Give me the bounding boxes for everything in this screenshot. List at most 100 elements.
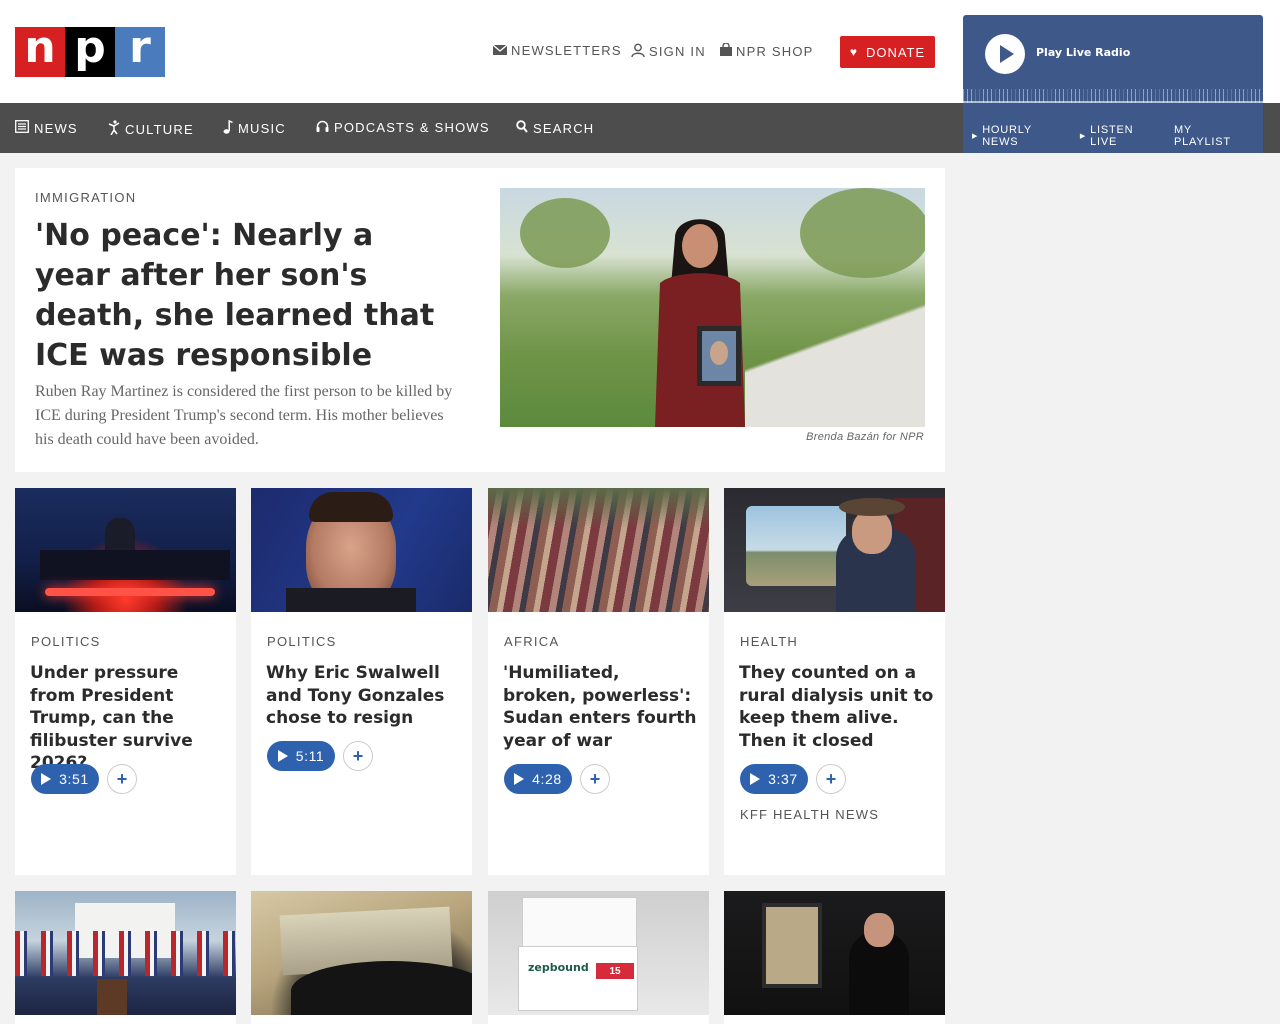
newsletters-label: NEWSLETTERS [511,43,622,58]
podium-shape [97,979,127,1015]
story-headline[interactable]: They counted on a rural dialysis unit to… [739,662,934,752]
story-card: HEALTH They counted on a rural dialysis … [724,488,945,875]
man-head-shape [852,510,892,554]
plus-icon: + [352,745,364,766]
heart-icon: ♥ [849,45,858,59]
story-card: zepbound 15 [488,891,709,1024]
featured-headline[interactable]: 'No peace': Nearly a year after her son'… [35,216,455,376]
story-thumbnail[interactable] [251,488,472,612]
audio-duration: 4:28 [532,771,562,787]
sign-in-label: SIGN IN [649,44,706,59]
plus-icon: + [825,768,837,789]
npr-logo[interactable]: n p r [15,26,165,77]
donate-button[interactable]: ♥ DONATE [840,36,935,68]
plus-icon: + [589,768,601,789]
play-audio-button[interactable]: 5:11 [267,741,335,771]
story-slug[interactable]: AFRICA [504,634,559,649]
nav-search-label: SEARCH [533,120,595,136]
main-nav: NEWS CULTURE MUSIC PODCASTS & SHOWS SEAR… [0,103,963,153]
listen-live-link[interactable]: ▶ LISTEN LIVE [1080,124,1164,148]
story-headline[interactable]: 'Humiliated, broken, powerless': Sudan e… [503,662,698,752]
waveform-baseline [963,101,1263,103]
story-card [251,891,472,1024]
hourly-news-label: HOURLY NEWS [982,124,1032,148]
story-card: AFRICA 'Humiliated, broken, powerless': … [488,488,709,875]
add-to-playlist-button[interactable]: + [107,764,137,794]
story-card [724,891,945,1024]
path-shape [745,287,925,427]
news-icon [15,120,29,136]
story-thumbnail[interactable] [724,891,945,1015]
tree-shape [800,188,925,278]
headphones-icon [316,120,329,135]
woman-head-shape [864,913,894,947]
dancer-icon [108,120,120,138]
play-icon [277,750,288,762]
story-headline[interactable]: Why Eric Swalwell and Tony Gonzales chos… [266,662,461,730]
woman-holding-photo-figure [655,219,745,427]
audio-controls: 5:11 + [267,741,373,771]
package-brand-text: zepbound [528,961,589,974]
story-thumbnail[interactable] [15,488,236,612]
story-thumbnail[interactable] [724,488,945,612]
play-live-radio-button[interactable] [985,34,1025,74]
story-source[interactable]: KFF HEALTH NEWS [740,807,879,822]
add-to-playlist-button[interactable]: + [343,741,373,771]
play-arrow-icon: ▶ [1079,133,1087,140]
audio-controls: 3:51 + [31,764,137,794]
sign-in-link[interactable]: SIGN IN [631,43,706,60]
nav-item-music[interactable]: MUSIC [223,119,286,137]
nav-item-search[interactable]: SEARCH [516,120,594,136]
nav-podcasts-label: PODCASTS & SHOWS [334,120,490,135]
story-slug[interactable]: POLITICS [31,634,101,649]
car-window-shape [746,506,846,586]
play-icon [514,773,525,785]
story-slug[interactable]: POLITICS [267,634,337,649]
play-audio-button[interactable]: 3:37 [740,764,808,794]
player-links: ▶ HOURLY NEWS ▶ LISTEN LIVE MY PLAYLIST [963,119,1263,153]
story-thumbnail[interactable] [251,891,472,1015]
hourly-news-link[interactable]: ▶ HOURLY NEWS [972,124,1070,148]
my-playlist-label: MY PLAYLIST [1173,124,1231,148]
add-to-playlist-button[interactable]: + [816,764,846,794]
story-card [15,891,236,1024]
envelope-icon [492,43,508,58]
live-radio-player: Play Live Radio ▶ HOURLY NEWS ▶ LISTEN LIV… [963,15,1263,153]
nav-item-podcasts-shows[interactable]: PODCASTS & SHOWS [316,120,490,135]
shirt-shape [286,588,416,612]
newsletters-link[interactable]: NEWSLETTERS [492,43,622,58]
story-card: POLITICS Under pressure from President T… [15,488,236,875]
story-thumbnail[interactable]: zepbound 15 [488,891,709,1015]
featured-story: IMMIGRATION 'No peace': Nearly a year af… [15,168,945,472]
story-card: POLITICS Why Eric Swalwell and Tony Gonz… [251,488,472,875]
logo-letter-r: r [115,26,165,77]
npr-shop-link[interactable]: NPR SHOP [720,42,814,59]
music-note-icon [223,119,233,137]
play-audio-button[interactable]: 4:28 [504,764,572,794]
npr-shop-label: NPR SHOP [736,43,814,59]
story-thumbnail[interactable] [488,488,709,612]
play-audio-button[interactable]: 3:51 [31,764,99,794]
nav-news-label: NEWS [34,120,78,136]
play-live-radio-label[interactable]: Play Live Radio [1036,46,1130,59]
nav-music-label: MUSIC [238,121,286,136]
story-slug-immigration[interactable]: IMMIGRATION [35,190,136,205]
medicine-box-shape [522,897,637,947]
audio-duration: 3:51 [59,771,89,787]
plus-icon: + [116,768,128,789]
logo-letter-n: n [15,26,65,77]
tree-shape [520,198,610,268]
nav-item-news[interactable]: NEWS [15,120,78,136]
featured-teaser[interactable]: Ruben Ray Martinez is considered the fir… [35,380,455,452]
nav-item-culture[interactable]: CULTURE [108,120,194,138]
audio-duration: 5:11 [295,748,325,764]
story-thumbnail[interactable] [15,891,236,1015]
featured-image[interactable] [500,188,925,427]
donate-label: DONATE [865,44,926,60]
story-headline[interactable]: Under pressure from President Trump, can… [30,662,225,775]
my-playlist-link[interactable]: MY PLAYLIST [1174,124,1253,148]
play-icon [750,773,761,785]
story-slug[interactable]: HEALTH [740,634,798,649]
add-to-playlist-button[interactable]: + [580,764,610,794]
user-icon [631,43,645,60]
